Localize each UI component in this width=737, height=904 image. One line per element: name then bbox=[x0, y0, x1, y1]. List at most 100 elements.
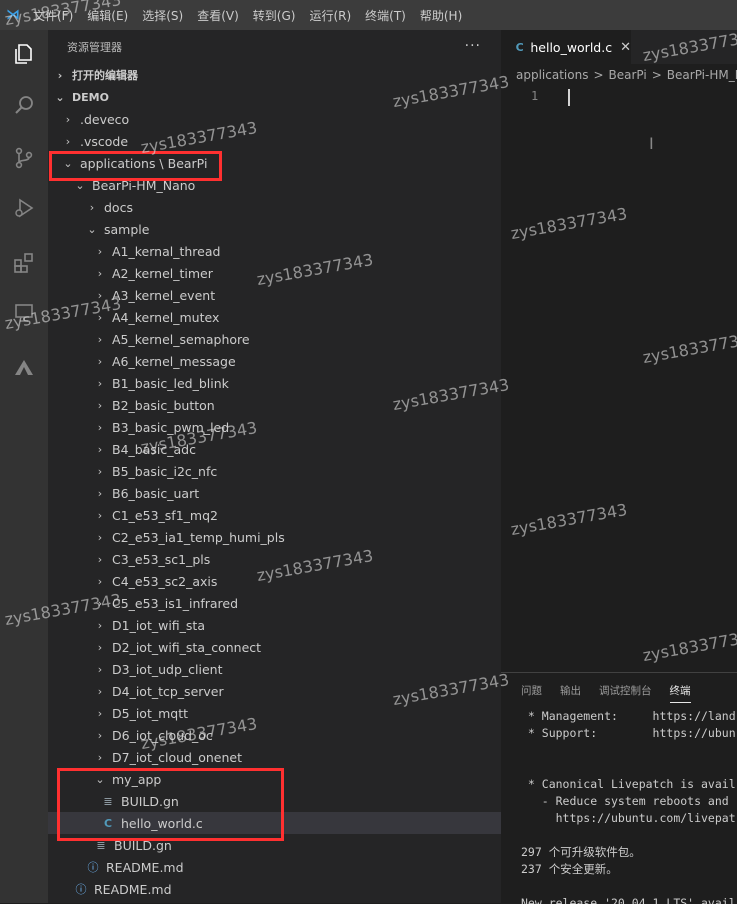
tree-item-label: sample bbox=[104, 221, 150, 237]
chevron-right-icon: › bbox=[97, 376, 103, 390]
tree-folder[interactable]: › C2_e53_ia1_temp_humi_pls bbox=[48, 526, 501, 548]
explorer-icon[interactable] bbox=[12, 42, 36, 66]
chevron-right-icon: › bbox=[97, 332, 103, 346]
tree-folder[interactable]: › D2_iot_wifi_sta_connect bbox=[48, 636, 501, 658]
chevron-right-icon: › bbox=[97, 398, 103, 412]
chevron-right-icon: › bbox=[97, 486, 103, 500]
tree-folder[interactable]: ⌄ sample bbox=[48, 218, 501, 240]
terminal-line: * Canonical Livepatch is avail bbox=[521, 777, 736, 791]
menu-item[interactable]: 转到(G) bbox=[246, 7, 303, 24]
chevron-right-icon: › bbox=[97, 662, 103, 676]
tree-folder[interactable]: › B2_basic_button bbox=[48, 394, 501, 416]
chevron-right-icon: › bbox=[89, 200, 95, 214]
extensions-icon[interactable] bbox=[12, 251, 36, 275]
menu-item[interactable]: 运行(R) bbox=[302, 7, 358, 24]
panel-tab[interactable]: 调试控制台 bbox=[599, 679, 652, 702]
tree-folder[interactable]: › D5_iot_mqtt bbox=[48, 702, 501, 724]
panel-tab[interactable]: 终端 bbox=[669, 679, 691, 703]
chevron-right-icon: › bbox=[97, 354, 103, 368]
panel-tab[interactable]: 问题 bbox=[521, 679, 542, 702]
menu-item[interactable]: 文件(F) bbox=[26, 7, 80, 24]
chevron-down-icon: ⌄ bbox=[87, 222, 97, 236]
breadcrumb-applications[interactable]: applications bbox=[516, 68, 588, 82]
line-number: 1 bbox=[531, 89, 539, 103]
tree-folder[interactable]: › C3_e53_sc1_pls bbox=[48, 548, 501, 570]
tree-folder[interactable]: › A5_kernel_semaphore bbox=[48, 328, 501, 350]
info-icon: ⓘ bbox=[87, 861, 99, 874]
annotation-box-my-app bbox=[57, 768, 284, 841]
chevron-right-icon: › bbox=[97, 508, 103, 522]
tree-folder[interactable]: › A1_kernal_thread bbox=[48, 240, 501, 262]
workspace-root-section[interactable]: ⌄ DEMO bbox=[48, 86, 501, 108]
tree-folder[interactable]: › B6_basic_uart bbox=[48, 482, 501, 504]
chevron-right-icon: › bbox=[97, 728, 103, 742]
chevron-right-icon: › bbox=[97, 684, 103, 698]
tree-folder[interactable]: › A6_kernel_message bbox=[48, 350, 501, 372]
text-cursor bbox=[568, 89, 570, 106]
tree-folder[interactable]: › D3_iot_udp_client bbox=[48, 658, 501, 680]
close-icon[interactable]: ✕ bbox=[620, 40, 631, 55]
tree-item-label: A1_kernal_thread bbox=[112, 243, 221, 259]
chevron-right-icon: › bbox=[65, 134, 71, 148]
tree-folder[interactable]: › B5_basic_i2c_nfc bbox=[48, 460, 501, 482]
tree-file[interactable]: ⓘ README.md bbox=[48, 878, 501, 900]
tree-folder[interactable]: › C1_e53_sf1_mq2 bbox=[48, 504, 501, 526]
tree-item-label: C3_e53_sc1_pls bbox=[112, 551, 211, 567]
tree-item-label: .vscode bbox=[80, 133, 129, 149]
tree-file[interactable]: ⓘ README.md bbox=[48, 856, 501, 878]
chevron-right-icon: › bbox=[57, 68, 63, 82]
tree-item-label: D6_iot_cloud_oc bbox=[112, 727, 213, 743]
terminal-line: - Reduce system reboots and bbox=[521, 794, 729, 808]
tree-folder[interactable]: › D4_iot_tcp_server bbox=[48, 680, 501, 702]
open-editors-section[interactable]: › 打开的编辑器 bbox=[48, 64, 501, 86]
tree-item-label: README.md bbox=[94, 881, 172, 897]
chevron-right-icon: › bbox=[97, 750, 103, 764]
tree-folder[interactable]: › A2_kernel_timer bbox=[48, 262, 501, 284]
tree-folder[interactable]: › docs bbox=[48, 196, 501, 218]
tree-item-label: D7_iot_cloud_onenet bbox=[112, 749, 242, 765]
more-actions-icon[interactable]: ··· bbox=[465, 38, 481, 54]
menu-item[interactable]: 终端(T) bbox=[358, 7, 413, 24]
explorer-title: 资源管理器 bbox=[67, 41, 122, 54]
source-control-icon[interactable] bbox=[12, 146, 36, 170]
chevron-right-icon: › bbox=[97, 530, 103, 544]
tree-folder[interactable]: › .deveco bbox=[48, 108, 501, 130]
code-editor[interactable]: 1 bbox=[501, 88, 737, 107]
menu-item[interactable]: 选择(S) bbox=[135, 7, 190, 24]
tree-item-label: README.md bbox=[106, 859, 184, 875]
menu-item[interactable]: 帮助(H) bbox=[413, 7, 469, 24]
chevron-right-icon: › bbox=[97, 596, 103, 610]
tree-folder[interactable]: › C5_e53_is1_infrared bbox=[48, 592, 501, 614]
breadcrumb-bearpi-hm-nano[interactable]: BearPi-HM_Nano bbox=[667, 68, 737, 82]
tree-folder[interactable]: › A3_kernel_event bbox=[48, 284, 501, 306]
search-icon[interactable] bbox=[12, 93, 36, 117]
tree-item-label: D2_iot_wifi_sta_connect bbox=[112, 639, 262, 655]
panel-tab[interactable]: 输出 bbox=[560, 679, 581, 702]
terminal-output[interactable]: * Management: https://land * Support: ht… bbox=[501, 708, 737, 904]
tree-folder[interactable]: › D7_iot_cloud_onenet bbox=[48, 746, 501, 768]
tree-folder[interactable]: › A4_kernel_mutex bbox=[48, 306, 501, 328]
run-debug-icon[interactable] bbox=[12, 196, 36, 220]
tree-folder[interactable]: › C4_e53_sc2_axis bbox=[48, 570, 501, 592]
tree-item-label: B5_basic_i2c_nfc bbox=[112, 463, 218, 479]
tree-item-label: B4_basic_adc bbox=[112, 441, 196, 457]
breadcrumb-bearpi[interactable]: BearPi bbox=[609, 68, 647, 82]
tree-folder[interactable]: › B4_basic_adc bbox=[48, 438, 501, 460]
tab-hello-world[interactable]: C hello_world.c ✕ bbox=[501, 30, 631, 64]
terminal-line: 237 个安全更新。 bbox=[521, 862, 618, 876]
tree-folder[interactable]: › .vscode bbox=[48, 130, 501, 152]
tree-item-label: A3_kernel_event bbox=[112, 287, 216, 303]
tree-item-label: B3_basic_pwm_led bbox=[112, 419, 230, 435]
cloud-icon[interactable] bbox=[12, 356, 36, 380]
tree-item-label: D1_iot_wifi_sta bbox=[112, 617, 205, 633]
info-icon: ⓘ bbox=[75, 883, 87, 896]
remote-explorer-icon[interactable] bbox=[12, 301, 36, 325]
tree-folder[interactable]: › D1_iot_wifi_sta bbox=[48, 614, 501, 636]
menu-item[interactable]: 编辑(E) bbox=[80, 7, 135, 24]
tree-folder[interactable]: › B1_basic_led_blink bbox=[48, 372, 501, 394]
tree-folder[interactable]: › B3_basic_pwm_led bbox=[48, 416, 501, 438]
menu-item[interactable]: 查看(V) bbox=[190, 7, 246, 24]
tree-folder[interactable]: › D6_iot_cloud_oc bbox=[48, 724, 501, 746]
menu-bar: ⋊ 文件(F) 编辑(E) 选择(S) 查看(V) 转到(G) 运行(R) 终端(T) 帮助(… bbox=[0, 0, 737, 30]
